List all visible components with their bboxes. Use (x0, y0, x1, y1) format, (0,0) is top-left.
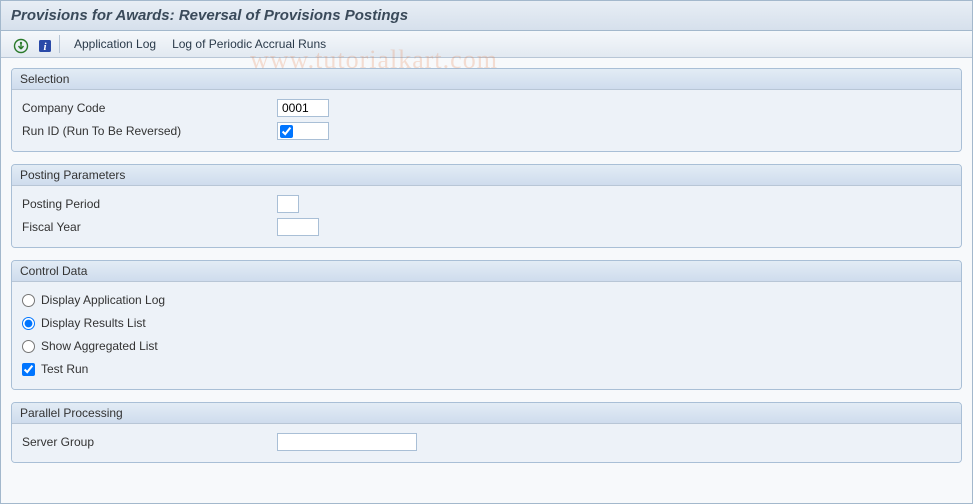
display-results-radio[interactable] (22, 317, 35, 330)
run-id-label: Run ID (Run To Be Reversed) (22, 124, 277, 138)
toolbar-separator (59, 35, 60, 53)
server-group-input[interactable] (277, 433, 417, 451)
run-id-checkbox[interactable] (280, 125, 293, 138)
group-parallel-title: Parallel Processing (12, 403, 961, 424)
posting-period-input[interactable] (277, 195, 299, 213)
test-run-label: Test Run (41, 362, 88, 376)
group-posting-title: Posting Parameters (12, 165, 961, 186)
show-aggregated-radio[interactable] (22, 340, 35, 353)
periodic-accrual-log-button[interactable]: Log of Periodic Accrual Runs (168, 35, 330, 53)
show-aggregated-label: Show Aggregated List (41, 339, 158, 353)
test-run-checkbox[interactable] (22, 363, 35, 376)
info-icon[interactable]: i (33, 36, 49, 52)
group-selection-title: Selection (12, 69, 961, 90)
toolbar: i Application Log Log of Periodic Accrua… (1, 31, 972, 58)
group-control-data: Control Data Display Application Log Dis… (11, 260, 962, 390)
fiscal-year-input[interactable] (277, 218, 319, 236)
content-area: Selection Company Code Run ID (Run To Be… (1, 58, 972, 463)
group-control-title: Control Data (12, 261, 961, 282)
company-code-input[interactable] (277, 99, 329, 117)
posting-period-label: Posting Period (22, 197, 277, 211)
execute-icon[interactable] (9, 36, 25, 52)
fiscal-year-label: Fiscal Year (22, 220, 277, 234)
group-selection: Selection Company Code Run ID (Run To Be… (11, 68, 962, 152)
group-parallel-processing: Parallel Processing Server Group (11, 402, 962, 463)
run-id-field[interactable] (277, 122, 329, 140)
company-code-label: Company Code (22, 101, 277, 115)
display-app-log-radio[interactable] (22, 294, 35, 307)
page-title: Provisions for Awards: Reversal of Provi… (1, 1, 972, 31)
display-results-label: Display Results List (41, 316, 146, 330)
server-group-label: Server Group (22, 435, 277, 449)
group-posting-parameters: Posting Parameters Posting Period Fiscal… (11, 164, 962, 248)
application-log-button[interactable]: Application Log (70, 35, 160, 53)
display-app-log-label: Display Application Log (41, 293, 165, 307)
app-window: Provisions for Awards: Reversal of Provi… (0, 0, 973, 504)
